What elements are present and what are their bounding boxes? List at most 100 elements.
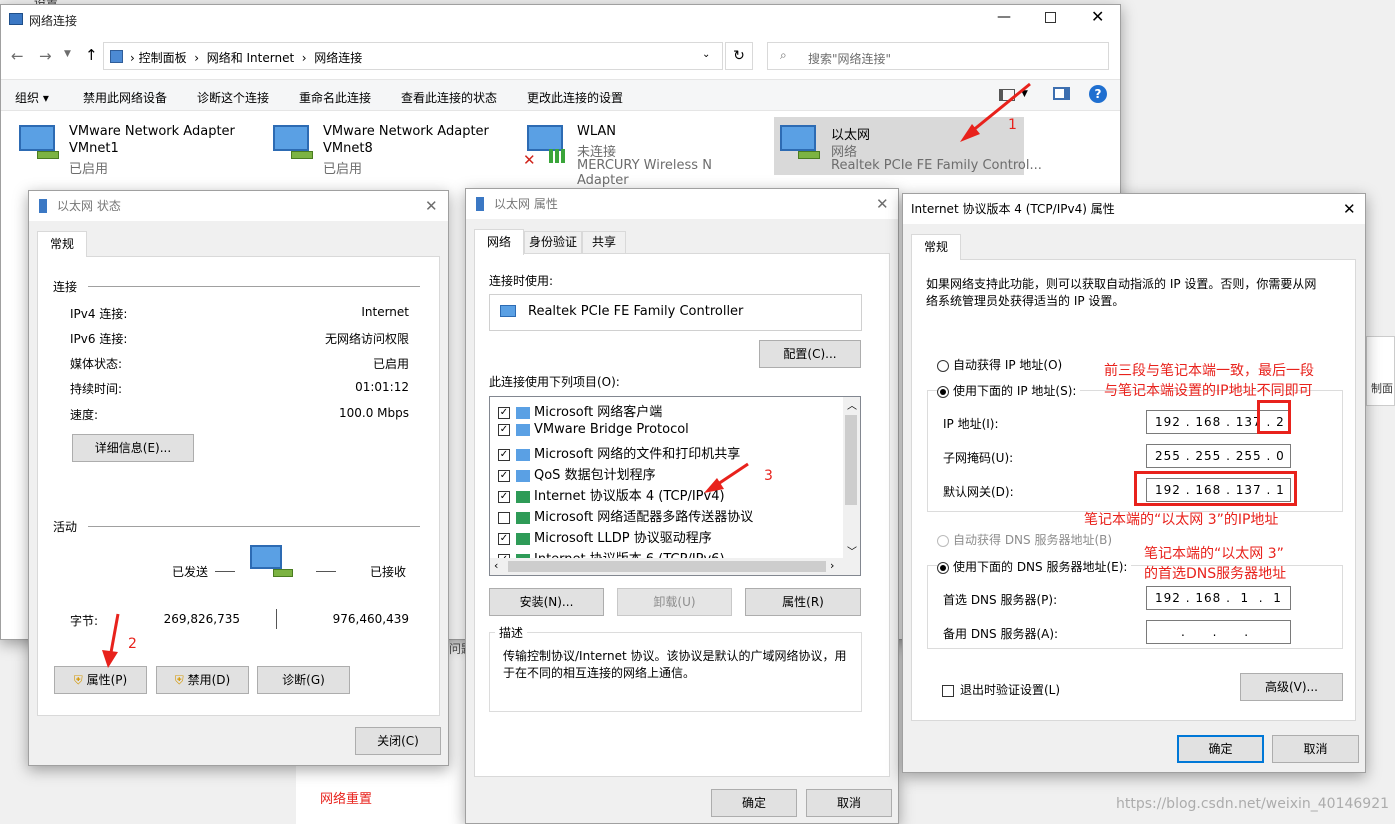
scroll-down-icon[interactable]: ﹀ [847, 543, 857, 558]
scroll-left-icon[interactable]: ‹ [494, 559, 498, 572]
disable-device-button[interactable]: 禁用此网络设备 [83, 83, 167, 113]
protocol-icon [516, 511, 530, 524]
list-item[interactable]: Microsoft 网络适配器多路传送器协议 [498, 506, 753, 525]
chevron-down-icon[interactable]: ▼ [64, 49, 71, 59]
diagnose-connection-button[interactable]: 诊断这个连接 [197, 83, 269, 113]
vertical-scrollbar[interactable]: ︿ ﹀ [843, 397, 860, 559]
breadcrumb-item[interactable]: 网络连接 [314, 51, 362, 65]
manual-dns-radio[interactable]: 使用下面的 DNS 服务器地址(E): [937, 558, 1132, 575]
item-properties-button[interactable]: 属性(R) [745, 588, 861, 616]
bg-network-reset-link[interactable]: 网络重置 [320, 788, 372, 807]
close-button[interactable]: 关闭(C) [355, 727, 441, 755]
install-button[interactable]: 安装(N)... [489, 588, 604, 616]
horizontal-scrollbar[interactable]: ‹ › [490, 558, 860, 575]
ok-button[interactable]: 确定 [1177, 735, 1264, 763]
breadcrumb-item[interactable]: 控制面板 [139, 51, 187, 65]
row-label: 媒体状态: [70, 357, 123, 371]
adapter-vmnet1[interactable]: VMware Network Adapter VMnet1 已启用 [15, 117, 255, 177]
close-icon[interactable]: ✕ [876, 195, 889, 213]
preferred-dns-field[interactable]: 192 . 168 . 1 . 1 [1146, 586, 1291, 610]
auto-dns-radio: 自动获得 DNS 服务器地址(B) [937, 531, 1112, 548]
organize-menu[interactable]: 组织 ▾ [15, 83, 49, 113]
annotation-arrow-1 [960, 82, 1031, 142]
dialog-titlebar: 以太网 属性 [466, 189, 898, 219]
maximize-icon[interactable] [1045, 12, 1056, 23]
advanced-button[interactable]: 高级(V)... [1240, 673, 1343, 701]
plug-icon [291, 151, 313, 159]
minimize-icon[interactable]: — [997, 9, 1011, 25]
back-icon[interactable]: ← [11, 47, 24, 65]
breadcrumb-item[interactable]: 网络和 Internet [207, 51, 294, 65]
auto-ip-radio[interactable]: 自动获得 IP 地址(O) [937, 356, 1062, 373]
checkbox[interactable]: ✓ [498, 490, 510, 503]
adapter-wlan[interactable]: ✕ WLAN 未连接 MERCURY Wireless N Adapter [523, 117, 763, 188]
checkbox[interactable]: ✓ [498, 448, 510, 461]
details-button[interactable]: 详细信息(E)... [72, 434, 194, 462]
items-list[interactable]: ✓ Microsoft 网络客户端 ✓ VMware Bridge Protocol… [489, 396, 861, 576]
close-icon[interactable]: ✕ [1343, 200, 1356, 218]
list-item[interactable]: ✓ Internet 协议版本 4 (TCP/IPv4) [498, 485, 725, 504]
row-label: IPv4 连接: [70, 307, 128, 321]
scroll-up-icon[interactable]: ︿ [847, 397, 857, 412]
tab-sharing[interactable]: 共享 [582, 231, 626, 253]
checkbox[interactable]: ✓ [498, 406, 510, 419]
configure-button[interactable]: 配置(C)... [759, 340, 861, 368]
list-item[interactable]: ✓ Microsoft LLDP 协议驱动程序 [498, 527, 712, 546]
row-label: 速度: [70, 408, 99, 422]
checkbox[interactable]: ✓ [498, 469, 510, 482]
radio-circle[interactable] [937, 385, 949, 398]
scroll-thumb[interactable] [845, 415, 857, 505]
tab-authentication[interactable]: 身份验证 [524, 231, 582, 253]
validate-checkbox[interactable]: 退出时验证设置(L) [942, 681, 1060, 698]
radio-circle[interactable] [937, 359, 949, 372]
list-item[interactable]: ✓ QoS 数据包计划程序 [498, 464, 656, 483]
refresh-icon[interactable]: ↻ [725, 42, 753, 70]
rename-connection-button[interactable]: 重命名此连接 [299, 83, 371, 113]
tab-general[interactable]: 常规 [37, 231, 87, 257]
activity-computer-icon [250, 545, 282, 569]
address-dropdown-icon[interactable]: ⌄ [702, 49, 710, 60]
checkbox[interactable] [498, 511, 510, 524]
search-box[interactable]: ⌕ 搜索"网络连接" [767, 42, 1109, 70]
list-item[interactable]: ✓ VMware Bridge Protocol [498, 422, 689, 437]
checkbox[interactable]: ✓ [498, 532, 510, 545]
protocol-icon [516, 532, 530, 545]
list-item[interactable]: ✓ Microsoft 网络客户端 [498, 401, 662, 420]
note-dns-line-2: 的首选DNS服务器地址 [1144, 566, 1287, 582]
cancel-button[interactable]: 取消 [1272, 735, 1359, 763]
view-status-button[interactable]: 查看此连接的状态 [401, 83, 497, 113]
tab-general[interactable]: 常规 [911, 234, 961, 260]
adapter-name: VMware Network Adapter [323, 124, 489, 139]
ethernet-properties-dialog: 以太网 属性 ✕ 网络 身份验证 共享 连接时使用: Realtek PCIe … [465, 188, 899, 824]
help-icon[interactable]: ? [1089, 85, 1107, 103]
checkbox[interactable]: ✓ [498, 423, 510, 436]
change-settings-button[interactable]: 更改此连接的设置 [527, 83, 623, 113]
annotation-number-1: 1 [1008, 117, 1017, 133]
protocol-icon [516, 490, 530, 503]
diagnose-button[interactable]: 诊断(G) [257, 666, 350, 694]
up-icon[interactable]: ↑ [85, 46, 98, 64]
scroll-hthumb[interactable] [508, 561, 826, 572]
ok-button[interactable]: 确定 [711, 789, 797, 817]
disable-button[interactable]: ⛨ 禁用(D) [156, 666, 249, 694]
adapter-vmnet8[interactable]: VMware Network Adapter VMnet8 已启用 [269, 117, 509, 177]
dns2-label: 备用 DNS 服务器(A): [943, 627, 1059, 641]
close-icon[interactable]: ✕ [1091, 7, 1104, 26]
search-placeholder: 搜索"网络连接" [808, 52, 892, 66]
scroll-right-icon[interactable]: › [830, 559, 834, 572]
tab-network[interactable]: 网络 [474, 229, 524, 255]
manual-ip-radio[interactable]: 使用下面的 IP 地址(S): [937, 382, 1081, 399]
alternate-dns-field[interactable]: . . . [1146, 620, 1291, 644]
properties-button[interactable]: ⛨ 属性(P) [54, 666, 147, 694]
forward-icon[interactable]: → [39, 47, 52, 65]
radio-circle[interactable] [937, 561, 949, 574]
cancel-button[interactable]: 取消 [806, 789, 892, 817]
subnet-mask-field[interactable]: 255 . 255 . 255 . 0 [1146, 444, 1291, 468]
checkbox[interactable] [942, 684, 954, 697]
bg-fragment-2: 制面 [1371, 382, 1393, 395]
address-bar[interactable]: › 控制面板 › 网络和 Internet › 网络连接 ⌄ [103, 42, 723, 70]
plug-icon [798, 151, 820, 159]
close-icon[interactable]: ✕ [425, 197, 438, 215]
adapter-name: VMware Network Adapter [69, 124, 235, 139]
preview-pane-icon[interactable] [1053, 87, 1070, 100]
